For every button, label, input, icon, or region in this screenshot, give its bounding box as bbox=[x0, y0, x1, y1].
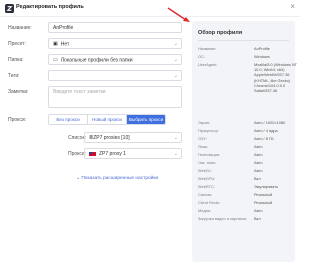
chevron-down-icon: ⌄ bbox=[173, 135, 178, 141]
overview-row: Процессор: Авто / 4 ядра bbox=[198, 128, 291, 134]
chevron-down-icon: ⌄ bbox=[173, 57, 178, 63]
overview-key: Час. пояс: bbox=[198, 160, 217, 165]
overview-row: Canvas: Реальный bbox=[198, 192, 291, 198]
preset-value: Нет bbox=[60, 41, 70, 48]
tab-select-proxy[interactable]: Выбрать прокси bbox=[126, 115, 165, 124]
overview-key: UserAgent: bbox=[198, 62, 218, 67]
proxy-label: Прокси: bbox=[8, 117, 27, 123]
notes-label: Заметки: bbox=[8, 89, 29, 95]
overview-row: Час. пояс: Авто bbox=[198, 160, 291, 166]
folder-select[interactable]: ▭ Локальные профили без папки ⌄ bbox=[48, 54, 182, 65]
overview-value: Mozilla/5.0 (Windows NT 10.0; Win64; x64… bbox=[254, 62, 297, 94]
chevron-down-icon: ⌄ bbox=[173, 41, 178, 47]
overview-value: AnProfile bbox=[254, 46, 270, 51]
overview-value: Авто bbox=[254, 144, 263, 149]
preset-icon: ▣ bbox=[53, 41, 58, 47]
overview-value: Авто bbox=[254, 208, 263, 213]
notes-textarea[interactable]: Введите текст заметки bbox=[48, 86, 182, 108]
tags-select[interactable]: ⌄ bbox=[48, 70, 182, 81]
folder-label: Папка: bbox=[8, 57, 24, 63]
overview-key: Язык: bbox=[198, 144, 209, 149]
overview-value: Авто bbox=[254, 152, 263, 157]
folder-value: Локальные профили без папки bbox=[60, 57, 133, 64]
overview-key: Медиа: bbox=[198, 208, 212, 213]
notes-placeholder: Введите текст заметки bbox=[53, 89, 106, 95]
name-label: Название: bbox=[8, 25, 32, 31]
overview-row: Медиа: Авто bbox=[198, 208, 291, 214]
overview-row: Загрузка видео и картинок: Вкл bbox=[198, 216, 291, 227]
overview-key: Client Rects: bbox=[198, 200, 221, 205]
overview-value: Вкл bbox=[254, 176, 261, 181]
overview-value: Авто / 8 ГБ bbox=[254, 136, 274, 141]
preset-label: Пресет: bbox=[8, 41, 26, 47]
overview-value: Авто / 4 ядра bbox=[254, 128, 278, 133]
profile-form: Название: AnProfile Пресет: ▣ Нет ⌄ Папка… bbox=[0, 17, 190, 270]
overview-key: Экран: bbox=[198, 120, 211, 125]
overview-key: Загрузка видео и картинок: bbox=[198, 216, 248, 221]
overview-value: Авто bbox=[254, 160, 263, 165]
proxy-value: ZP7 proxy 1 bbox=[99, 151, 126, 157]
chevron-down-icon: ⌄ bbox=[173, 73, 178, 79]
overview-key: WebRTC: bbox=[198, 184, 215, 189]
flag-icon bbox=[89, 151, 96, 156]
overview-row: UserAgent: Mozilla/5.0 (Windows NT 10.0; … bbox=[198, 62, 297, 106]
proxy-list-select[interactable]: ≣ZP7 proxies [10] ⌄ bbox=[84, 132, 182, 143]
name-field[interactable]: AnProfile bbox=[48, 22, 182, 33]
tags-label: Теги: bbox=[8, 73, 20, 79]
overview-key: Canvas: bbox=[198, 192, 213, 197]
close-icon[interactable]: × bbox=[290, 3, 295, 11]
preset-select[interactable]: ▣ Нет ⌄ bbox=[48, 38, 182, 49]
overview-value: Авто bbox=[254, 168, 263, 173]
overview-key: Процессор: bbox=[198, 128, 219, 133]
overview-value: Авто / 1920×1080 bbox=[254, 120, 286, 125]
overview-row: Геопозиция: Авто bbox=[198, 152, 291, 158]
dialog-title: Редактировать профиль bbox=[16, 4, 84, 10]
panel-divider bbox=[198, 40, 289, 41]
overview-row: WebRTC: Эмулировать bbox=[198, 184, 291, 190]
overview-key: WebGL: bbox=[198, 168, 213, 173]
overview-row: Название: AnProfile bbox=[198, 46, 291, 52]
name-value: AnProfile bbox=[53, 25, 74, 31]
overview-value: Реальный bbox=[254, 200, 273, 205]
overview-value: Эмулировать bbox=[254, 184, 279, 189]
overview-row: Экран: Авто / 1920×1080 bbox=[198, 120, 291, 126]
tab-new-proxy[interactable]: Новый прокси bbox=[87, 115, 126, 124]
overview-value: Вкл bbox=[254, 216, 261, 221]
overview-row: ОС: Windows bbox=[198, 54, 291, 60]
overview-value: Windows bbox=[254, 54, 270, 59]
overview-key: ОЗУ: bbox=[198, 136, 207, 141]
overview-row: WebGL: Авто bbox=[198, 168, 291, 174]
overview-row: WebGPU: Вкл bbox=[198, 176, 291, 182]
overview-key: ОС: bbox=[198, 54, 205, 59]
proxy-select[interactable]: ZP7 proxy 1 ⌄ bbox=[84, 148, 182, 159]
show-advanced-link[interactable]: ⌄ Показать расширенные настройки bbox=[76, 176, 158, 181]
panel-title: Обзор профиля bbox=[198, 30, 243, 36]
folder-icon: ▭ bbox=[53, 57, 58, 63]
app-logo-icon bbox=[5, 4, 14, 13]
profile-overview-panel: Обзор профиля Название: AnProfile ОС: Windo… bbox=[192, 21, 297, 262]
overview-key: Название: bbox=[198, 46, 217, 51]
overview-key: WebGPU: bbox=[198, 176, 216, 181]
dialog-header: Редактировать профиль × bbox=[0, 0, 300, 17]
overview-row: ОЗУ: Авто / 8 ГБ bbox=[198, 136, 291, 142]
chevron-down-icon: ⌄ bbox=[173, 151, 178, 157]
proxy-mode-tabs: Без прокси Новый прокси Выбрать прокси bbox=[48, 114, 166, 125]
overview-key: Геопозиция: bbox=[198, 152, 220, 157]
list-value: ZP7 proxies [10] bbox=[93, 135, 130, 141]
overview-row: Язык: Авто bbox=[198, 144, 291, 150]
overview-value: Реальный bbox=[254, 192, 273, 197]
overview-row: Client Rects: Реальный bbox=[198, 200, 291, 206]
tab-no-proxy[interactable]: Без прокси bbox=[49, 115, 87, 124]
